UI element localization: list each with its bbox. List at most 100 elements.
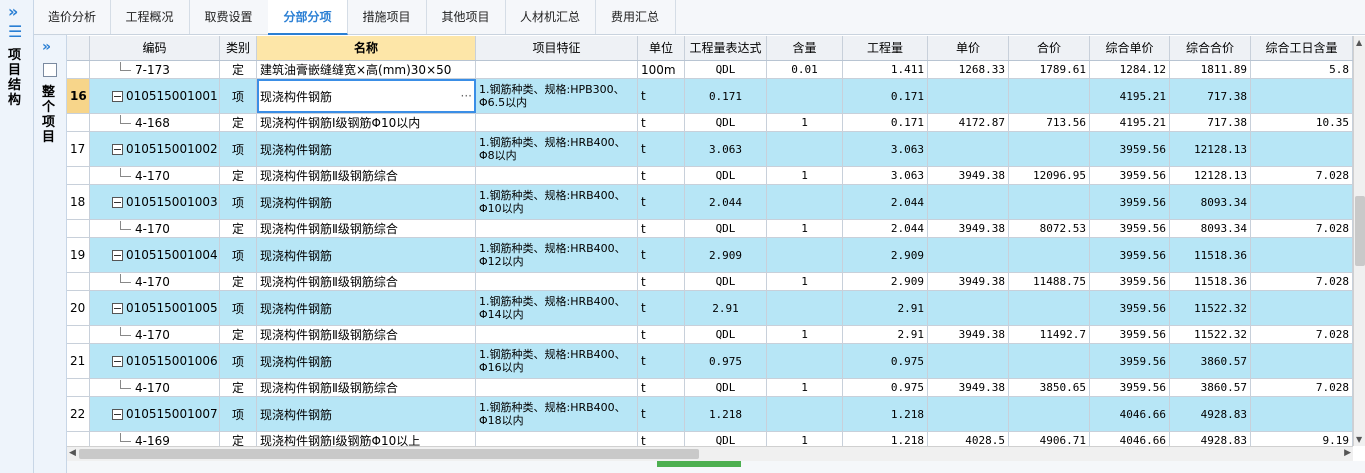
cell-expr[interactable]: 2.044 (685, 185, 767, 219)
cell-total[interactable]: 8072.53 (1009, 220, 1090, 237)
collapse-toggle-icon[interactable] (112, 90, 123, 102)
cell-code[interactable]: 010515001003 (90, 185, 220, 219)
cell-name[interactable]: 现浇构件钢筋Ⅱ级钢筋综合 (257, 167, 476, 184)
cell-code[interactable]: 010515001005 (90, 291, 220, 325)
tab-6[interactable]: 人材机汇总 (505, 0, 596, 34)
cell-code[interactable]: 010515001001 (90, 79, 220, 113)
bill-item-row[interactable]: 16 010515001001 项 现浇构件钢筋 ··· 1.钢筋种类、规格:HPB300… (67, 79, 1365, 114)
cell-comp_price[interactable]: 3959.56 (1090, 238, 1170, 272)
cell-total[interactable] (1009, 132, 1090, 166)
column-header-unit[interactable]: 单位 (638, 36, 685, 60)
cell-name[interactable]: 建筑油膏嵌缝缝宽×高(mm)30×50 (257, 61, 476, 78)
cell-code[interactable]: 4-170 (90, 379, 220, 396)
cell-feature[interactable]: 1.钢筋种类、规格:HRB400、Φ10以内 (476, 185, 638, 219)
cell-feature[interactable]: 1.钢筋种类、规格:HRB400、Φ14以内 (476, 291, 638, 325)
cell-content[interactable] (767, 397, 843, 431)
bill-item-row[interactable]: 22 010515001007 项 现浇构件钢筋 1.钢筋种类、规格:HRB400、Φ1… (67, 397, 1365, 432)
cell-idx[interactable] (67, 379, 90, 396)
cell-idx[interactable] (67, 114, 90, 131)
cell-unit[interactable]: t (638, 79, 685, 113)
cell-unit[interactable]: t (638, 397, 685, 431)
cell-expr[interactable]: 1.218 (685, 397, 767, 431)
scroll-right-icon[interactable]: ▶ (1344, 448, 1351, 458)
cell-price[interactable]: 4172.87 (928, 114, 1009, 131)
cell-total[interactable] (1009, 238, 1090, 272)
cell-idx[interactable] (67, 326, 90, 343)
cell-code[interactable]: 010515001002 (90, 132, 220, 166)
cell-expr[interactable]: 2.909 (685, 238, 767, 272)
collapse-toggle-icon[interactable] (112, 355, 123, 367)
cell-total[interactable]: 11492.7 (1009, 326, 1090, 343)
column-header-labor[interactable]: 综合工日含量 (1251, 36, 1353, 60)
cell-expr[interactable]: QDL (685, 432, 767, 446)
cell-comp_price[interactable]: 3959.56 (1090, 273, 1170, 290)
cell-comp_total[interactable]: 11522.32 (1170, 291, 1251, 325)
cell-comp_total[interactable]: 12128.13 (1170, 132, 1251, 166)
cell-qty[interactable]: 1.218 (843, 432, 928, 446)
cell-feature[interactable] (476, 379, 638, 396)
tab-2[interactable]: 取费设置 (189, 0, 269, 34)
cell-qty[interactable]: 2.91 (843, 291, 928, 325)
cell-type[interactable]: 定 (220, 379, 257, 396)
cell-idx[interactable]: 16 (67, 79, 90, 113)
cell-total[interactable]: 11488.75 (1009, 273, 1090, 290)
cell-comp_total[interactable]: 8093.34 (1170, 185, 1251, 219)
cell-feature[interactable] (476, 61, 638, 78)
cell-labor[interactable] (1251, 132, 1353, 166)
cell-qty[interactable]: 1.218 (843, 397, 928, 431)
cell-type[interactable]: 项 (220, 238, 257, 272)
cell-labor[interactable]: 10.35 (1251, 114, 1353, 131)
cell-idx[interactable]: 22 (67, 397, 90, 431)
bill-item-row[interactable]: 19 010515001004 项 现浇构件钢筋 1.钢筋种类、规格:HRB400、Φ1… (67, 238, 1365, 273)
cell-total[interactable] (1009, 344, 1090, 378)
cell-unit[interactable]: t (638, 379, 685, 396)
cell-feature[interactable]: 1.钢筋种类、规格:HRB400、Φ18以内 (476, 397, 638, 431)
cell-content[interactable]: 1 (767, 167, 843, 184)
cell-price[interactable]: 3949.38 (928, 379, 1009, 396)
cell-comp_price[interactable]: 3959.56 (1090, 220, 1170, 237)
quota-row[interactable]: 4-170 定 现浇构件钢筋Ⅱ级钢筋综合 t QDL 1 0.975 3949.38 3850.… (67, 379, 1365, 397)
cell-feature[interactable] (476, 167, 638, 184)
expand-chevron-icon[interactable]: » (42, 39, 51, 55)
whole-project-label[interactable]: 整个项目 (42, 85, 56, 145)
cell-name[interactable]: 现浇构件钢筋Ⅱ级钢筋综合 (257, 220, 476, 237)
column-header-name[interactable]: 名称 (257, 36, 476, 60)
cell-type[interactable]: 定 (220, 220, 257, 237)
cell-idx[interactable]: 21 (67, 344, 90, 378)
cell-code[interactable]: 4-170 (90, 167, 220, 184)
cell-total[interactable]: 1789.61 (1009, 61, 1090, 78)
cell-idx[interactable] (67, 167, 90, 184)
tab-3[interactable]: 分部分项 (268, 0, 348, 35)
cell-unit[interactable]: t (638, 273, 685, 290)
cell-code[interactable]: 7-173 (90, 61, 220, 78)
cell-expr[interactable]: QDL (685, 273, 767, 290)
column-header-comp_total[interactable]: 综合合价 (1170, 36, 1251, 60)
cell-qty[interactable]: 0.975 (843, 379, 928, 396)
cell-price[interactable] (928, 79, 1009, 113)
cell-type[interactable]: 定 (220, 273, 257, 290)
cell-labor[interactable] (1251, 185, 1353, 219)
tab-7[interactable]: 费用汇总 (595, 0, 676, 34)
cell-labor[interactable]: 7.028 (1251, 326, 1353, 343)
cell-price[interactable] (928, 185, 1009, 219)
cell-idx[interactable] (67, 220, 90, 237)
cell-content[interactable] (767, 79, 843, 113)
cell-price[interactable] (928, 344, 1009, 378)
cell-expr[interactable]: 0.171 (685, 79, 767, 113)
cell-comp_price[interactable]: 3959.56 (1090, 344, 1170, 378)
cell-comp_price[interactable]: 1284.12 (1090, 61, 1170, 78)
horizontal-scrollbar[interactable]: ◀ ▶ (67, 446, 1353, 461)
cell-total[interactable]: 12096.95 (1009, 167, 1090, 184)
cell-total[interactable] (1009, 185, 1090, 219)
cell-type[interactable]: 定 (220, 167, 257, 184)
cell-comp_price[interactable]: 4195.21 (1090, 79, 1170, 113)
cell-expr[interactable]: QDL (685, 114, 767, 131)
cell-content[interactable]: 1 (767, 273, 843, 290)
cell-unit[interactable]: 100m (638, 61, 685, 78)
cell-idx[interactable] (67, 61, 90, 78)
cell-unit[interactable]: t (638, 185, 685, 219)
cell-comp_total[interactable]: 12128.13 (1170, 167, 1251, 184)
cell-type[interactable]: 项 (220, 344, 257, 378)
cell-expr[interactable]: 0.975 (685, 344, 767, 378)
cell-total[interactable] (1009, 79, 1090, 113)
